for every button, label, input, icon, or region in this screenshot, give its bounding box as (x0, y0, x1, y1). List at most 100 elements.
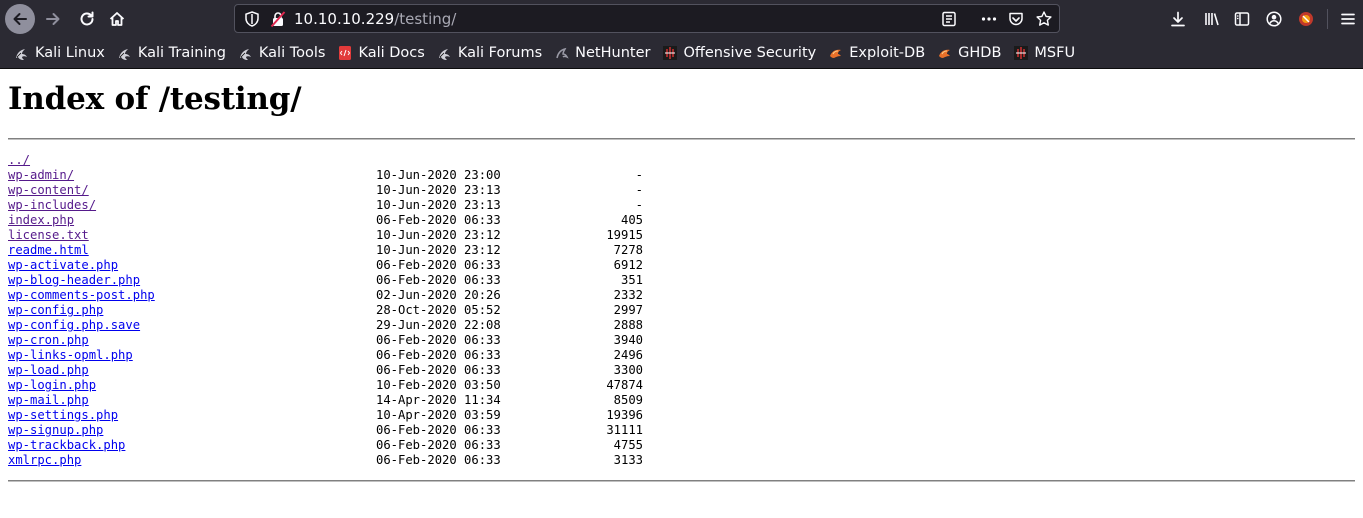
file-link[interactable]: wp-login.php (8, 378, 96, 392)
extension-button[interactable] (1291, 4, 1321, 34)
reader-view-icon[interactable] (940, 10, 958, 28)
bookmark-star-icon[interactable] (1035, 10, 1053, 28)
home-icon (108, 10, 126, 28)
file-row: wp-login.php 10-Feb-2020 03:50 47874 (8, 378, 1355, 393)
bookmark-kali-linux[interactable]: Kali Linux (14, 45, 105, 61)
file-row: wp-includes/10-Jun-2020 23:13 - (8, 198, 1355, 213)
extension-icon (1297, 10, 1315, 28)
file-date: 14-Apr-2020 11:34 (376, 393, 501, 407)
file-size: 47874 (606, 378, 643, 392)
kali-dragon-icon (238, 45, 254, 61)
file-date: 06-Feb-2020 06:33 (376, 363, 501, 377)
forward-button[interactable] (38, 4, 68, 34)
bookmark-label: Offensive Security (683, 45, 817, 61)
file-row: index.php 06-Feb-2020 06:33 405 (8, 213, 1355, 228)
file-size: 3133 (613, 453, 643, 467)
arrow-left-icon (11, 10, 29, 28)
file-date: 10-Jun-2020 23:13 (376, 183, 501, 197)
file-link[interactable]: wp-mail.php (8, 393, 89, 407)
file-row: wp-comments-post.php 02-Jun-2020 20:26 233… (8, 288, 1355, 303)
file-row: wp-content/10-Jun-2020 23:13 - (8, 183, 1355, 198)
bookmark-nethunter[interactable]: NetHunter (554, 45, 650, 61)
menu-button[interactable] (1333, 4, 1363, 34)
file-link[interactable]: wp-config.php.save (8, 318, 140, 332)
download-icon (1169, 10, 1187, 28)
file-link[interactable]: wp-cron.php (8, 333, 89, 347)
file-link[interactable]: wp-content/ (8, 183, 89, 197)
bookmark-ghdb[interactable]: GHDB (937, 45, 1001, 61)
file-date: 10-Jun-2020 23:13 (376, 198, 501, 212)
back-button[interactable] (5, 4, 35, 34)
account-button[interactable] (1259, 4, 1289, 34)
parent-directory-row: ../ (8, 153, 1355, 168)
file-date: 06-Feb-2020 06:33 (376, 423, 501, 437)
file-row: wp-config.php 28-Oct-2020 05:52 2997 (8, 303, 1355, 318)
bookmark-msfu[interactable]: MSFU (1013, 45, 1075, 61)
url-bar[interactable]: 10.10.10.229/testing/ (234, 4, 1060, 33)
file-size: - (635, 168, 643, 182)
file-link[interactable]: wp-config.php (8, 303, 103, 317)
downloads-button[interactable] (1163, 4, 1193, 34)
library-button[interactable] (1197, 4, 1227, 34)
reload-button[interactable] (72, 4, 102, 34)
file-link[interactable]: wp-comments-post.php (8, 288, 155, 302)
file-date: 06-Feb-2020 06:33 (376, 273, 501, 287)
file-link[interactable]: index.php (8, 213, 74, 227)
bookmark-label: GHDB (958, 45, 1002, 61)
file-link[interactable]: wp-links-opml.php (8, 348, 133, 362)
file-row: wp-mail.php 14-Apr-2020 11:34 8509 (8, 393, 1355, 408)
file-link[interactable]: wp-trackback.php (8, 438, 125, 452)
file-link[interactable]: license.txt (8, 228, 89, 242)
bookmarks-toolbar: Kali Linux Kali Training Kali Tools Kali Do… (0, 38, 1363, 69)
hamburger-menu-icon (1339, 10, 1357, 28)
file-date: 06-Feb-2020 06:33 (376, 348, 501, 362)
file-link[interactable]: wp-admin/ (8, 168, 74, 182)
browser-toolbar: 10.10.10.229/testing/ (0, 0, 1363, 38)
bookmark-exploit-db[interactable]: Exploit-DB (828, 45, 925, 61)
file-size: 2496 (613, 348, 643, 362)
file-link[interactable]: wp-includes/ (8, 198, 96, 212)
file-size: 19396 (606, 408, 643, 422)
file-link[interactable]: wp-load.php (8, 363, 89, 377)
bookmark-kali-tools[interactable]: Kali Tools (238, 45, 325, 61)
divider-top (8, 138, 1355, 140)
sidebar-button[interactable] (1227, 4, 1257, 34)
file-size: 2332 (613, 288, 643, 302)
file-link[interactable]: wp-blog-header.php (8, 273, 140, 287)
bookmark-kali-forums[interactable]: Kali Forums (437, 45, 542, 61)
pocket-icon[interactable] (1007, 10, 1025, 28)
file-size: 2888 (613, 318, 643, 332)
bookmark-kali-training[interactable]: Kali Training (117, 45, 226, 61)
url-path: /testing/ (394, 10, 457, 28)
parent-directory-link[interactable]: ../ (8, 153, 30, 167)
file-row: wp-cron.php 06-Feb-2020 06:33 3940 (8, 333, 1355, 348)
url-text[interactable]: 10.10.10.229/testing/ (294, 10, 456, 28)
file-row: license.txt 10-Jun-2020 23:12 19915 (8, 228, 1355, 243)
file-row: wp-admin/10-Jun-2020 23:00 - (8, 168, 1355, 183)
file-row: readme.html 10-Jun-2020 23:12 7278 (8, 243, 1355, 258)
file-link[interactable]: wp-settings.php (8, 408, 118, 422)
insecure-lock-icon[interactable] (269, 10, 287, 28)
bookmark-label: Kali Linux (35, 45, 105, 61)
account-icon (1265, 10, 1283, 28)
file-date: 02-Jun-2020 20:26 (376, 288, 501, 302)
file-row: wp-activate.php 06-Feb-2020 06:33 6912 (8, 258, 1355, 273)
file-date: 10-Apr-2020 03:59 (376, 408, 501, 422)
shield-icon[interactable] (243, 10, 261, 28)
url-host: 10.10.10.229 (294, 10, 395, 28)
nethunter-icon (554, 45, 570, 61)
bookmark-offensive-security[interactable]: Offensive Security (662, 45, 816, 61)
file-link[interactable]: wp-signup.php (8, 423, 103, 437)
file-link[interactable]: wp-activate.php (8, 258, 118, 272)
divider-bottom (8, 480, 1355, 482)
exploitdb-icon (937, 45, 953, 61)
offsec-icon (662, 45, 678, 61)
exploitdb-icon (828, 45, 844, 61)
home-button[interactable] (102, 4, 132, 34)
more-actions-icon[interactable] (980, 10, 998, 28)
reload-icon (78, 10, 96, 28)
file-size: - (635, 198, 643, 212)
bookmark-kali-docs[interactable]: Kali Docs (337, 45, 425, 61)
file-link[interactable]: xmlrpc.php (8, 453, 81, 467)
file-link[interactable]: readme.html (8, 243, 89, 257)
